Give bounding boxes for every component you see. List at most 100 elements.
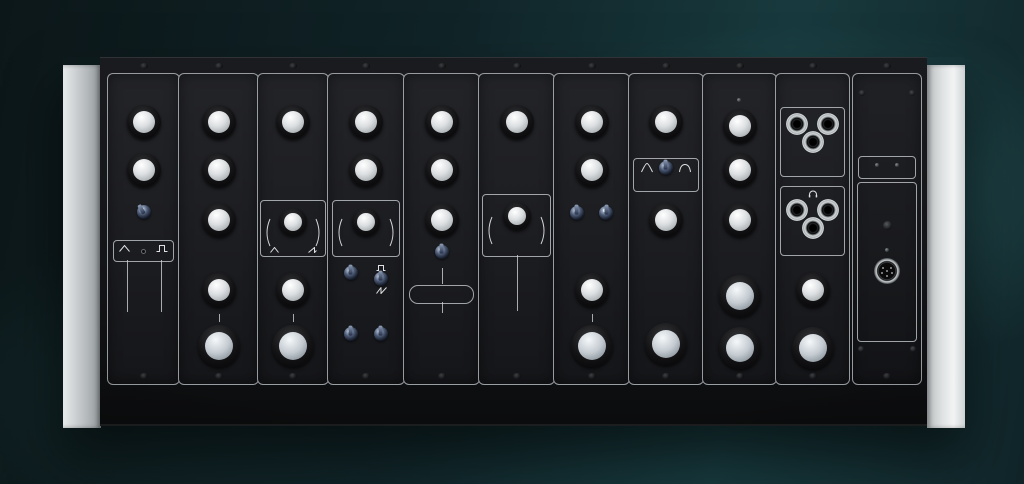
section-modulation-oscillator: [107, 73, 180, 385]
mode-button[interactable]: [883, 221, 892, 230]
frequency-knob[interactable]: [121, 99, 167, 145]
synthesizer-rack: [63, 57, 965, 425]
waveform-legend-box: [113, 240, 174, 262]
waveform-mix-box: [260, 200, 326, 257]
midi-in-led: [885, 248, 889, 252]
rack-rail-right: [927, 65, 965, 428]
emul-toggle[interactable]: [344, 327, 358, 341]
noisesignal-knob[interactable]: [419, 197, 465, 243]
control-input-selector-knob[interactable]: [717, 273, 763, 319]
key-cv-toggle[interactable]: [374, 327, 388, 341]
sub-oscillator-level-knob[interactable]: [419, 147, 465, 193]
modulation-knob[interactable]: [196, 197, 242, 243]
octave-range-knob[interactable]: [343, 99, 389, 145]
noise-toggle[interactable]: [435, 245, 449, 259]
filter-modulation-knob[interactable]: [569, 147, 615, 193]
photo-background: [0, 0, 1024, 484]
gate-input-jack[interactable]: [802, 131, 824, 153]
neg-12v-led: [875, 163, 879, 167]
phone-output-jack[interactable]: [802, 217, 824, 239]
trigger-input-selector-knob[interactable]: [643, 321, 689, 367]
filter-mod-source-selector-knob[interactable]: [569, 323, 615, 369]
output-phone-knob[interactable]: [790, 267, 836, 313]
power-indicator-box: [858, 156, 916, 179]
octave-scale: [343, 99, 389, 145]
modulation-source-selector-knob[interactable]: [196, 323, 242, 369]
midi-din-connector[interactable]: [874, 258, 900, 284]
attenuator-knob[interactable]: [270, 267, 316, 313]
sawtooth-wave-icon: [376, 287, 387, 294]
glide-knob[interactable]: [196, 147, 242, 193]
pitch-scale: [343, 147, 389, 193]
audio-output-2-jack[interactable]: [817, 199, 839, 221]
envelope-dome-icon: [679, 163, 691, 173]
wave-selector-dot: [141, 249, 146, 254]
connector-line: [127, 260, 128, 312]
vca-decaytime-knob[interactable]: [717, 103, 763, 149]
section-audio-mixer: [403, 73, 480, 385]
output-source-selector: [776, 320, 849, 380]
waveform-mix-knob[interactable]: [347, 203, 385, 241]
section-vca: [702, 73, 777, 385]
velo-cv-toggle[interactable]: [599, 206, 613, 220]
octave-range-knob[interactable]: [270, 99, 316, 145]
section-audio-subaudio-oscillator: [327, 73, 405, 385]
signal-input-selector-knob[interactable]: [717, 325, 763, 371]
section-branding-midi: [852, 73, 922, 385]
sync-toggle[interactable]: [344, 266, 358, 280]
section-audio-oscillator: [257, 73, 329, 385]
audio-output-1-jack[interactable]: [786, 199, 808, 221]
amount-of-envelope-knob[interactable]: [569, 99, 615, 145]
voct-cv-toggle[interactable]: [570, 206, 584, 220]
output-level-knob[interactable]: [717, 197, 763, 243]
pos-12v-led: [895, 163, 899, 167]
vel-input-jack[interactable]: [817, 113, 839, 135]
attacktime-knob[interactable]: [643, 99, 689, 145]
modulation-source-selector: [179, 318, 258, 378]
wave-toggle[interactable]: [374, 272, 388, 286]
oscillation-onoff-toggle[interactable]: [137, 205, 151, 219]
trigger-input-selector: [629, 316, 703, 376]
control-inputs-box: [780, 107, 845, 177]
screw-icon: [909, 90, 915, 96]
attenuator-knob[interactable]: [569, 267, 615, 313]
connector-line: [517, 255, 518, 311]
sawtooth-wave-icon: [308, 247, 317, 253]
waveform-mix-box: [332, 200, 400, 257]
signal-input-selector: [703, 320, 776, 380]
rack-rail-left: [63, 65, 101, 428]
triangle-wave-icon: [270, 247, 279, 253]
connector-line: [161, 260, 162, 312]
connector-line: [442, 302, 443, 313]
mix-arc-right: [388, 217, 397, 249]
audio-osc-output-selector-knob[interactable]: [270, 323, 316, 369]
envelope-spike-icon: [641, 163, 653, 173]
section-envelope-generator: [628, 73, 704, 385]
audio-osc-output-selector: [258, 318, 328, 378]
midi-input-box: [857, 182, 917, 342]
decay-led: [737, 98, 741, 102]
pitch-knob[interactable]: [343, 147, 389, 193]
kind-of-envelope-toggle[interactable]: [659, 161, 673, 175]
audio-oscillator-level-knob[interactable]: [419, 99, 465, 145]
waveform-mix-knob[interactable]: [274, 203, 312, 241]
triangle-wave-icon: [119, 245, 130, 252]
velocity-amt-knob[interactable]: [717, 147, 763, 193]
screw-icon: [910, 346, 916, 352]
cutoff-frequency-knob[interactable]: [494, 99, 540, 145]
filter-characterization-knob[interactable]: [498, 197, 536, 235]
filter-arc-left: [485, 215, 494, 247]
octave-scale: [270, 99, 316, 145]
decaytime-knob[interactable]: [643, 197, 689, 243]
mix-arc-right: [314, 217, 323, 249]
filter-mod-source-selector: [554, 318, 629, 378]
section-filter-controller: [553, 73, 630, 385]
output-source-selector-knob[interactable]: [790, 325, 836, 371]
attenuator-knob[interactable]: [196, 267, 242, 313]
tune-knob[interactable]: [196, 99, 242, 145]
pulsewidth-knob[interactable]: [121, 147, 167, 193]
cv-input-jack[interactable]: [786, 113, 808, 135]
front-panel: [100, 57, 927, 426]
audio-outputs-box: [780, 186, 845, 256]
mix-arc-left: [263, 217, 272, 249]
